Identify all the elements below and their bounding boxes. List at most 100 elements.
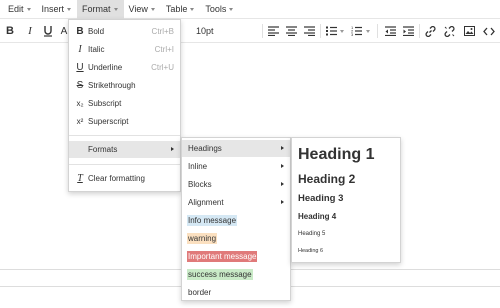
format-bold-label: Bold — [88, 27, 105, 36]
menu-format-label: Format — [82, 4, 111, 14]
bold-icon: B — [6, 25, 14, 37]
menu-table-label: Table — [165, 4, 188, 14]
link-button[interactable] — [424, 23, 436, 39]
chevron-down-icon[interactable] — [366, 30, 370, 33]
format-underline-shortcut: Ctrl+U — [151, 63, 174, 72]
formats-border-item[interactable]: border — [182, 284, 290, 301]
format-subscript-item[interactable]: x₂ Subscript — [69, 95, 180, 112]
format-clear-item[interactable]: T Clear formatting — [69, 170, 180, 187]
underline-icon: U — [76, 62, 84, 73]
chevron-down-icon — [229, 7, 234, 11]
formats-success-item[interactable]: success message — [182, 266, 290, 283]
heading-1-label: Heading 1 — [298, 146, 375, 163]
formats-alignment-label: Alignment — [188, 198, 224, 207]
format-clear-label: Clear formatting — [88, 174, 145, 183]
toolbar-divider — [262, 24, 263, 38]
formats-blocks-item[interactable]: Blocks — [182, 176, 290, 193]
formats-warning-item[interactable]: warning — [182, 230, 290, 247]
underline-button[interactable] — [42, 23, 54, 39]
heading-5-label: Heading 5 — [298, 230, 326, 237]
link-icon — [425, 25, 435, 37]
align-center-button[interactable] — [285, 23, 297, 39]
align-left-icon — [267, 26, 279, 36]
formats-info-item[interactable]: Info message — [182, 212, 290, 229]
formats-submenu: Headings Inline Blocks Alignment Info me… — [181, 137, 291, 301]
formats-warning-label: warning — [187, 233, 218, 244]
menu-format[interactable]: Format — [77, 0, 124, 19]
chevron-right-icon — [281, 182, 284, 186]
menu-bar: Edit Insert Format View Table Tools — [0, 0, 500, 19]
format-italic-shortcut: Ctrl+I — [154, 45, 174, 54]
font-size-select[interactable]: 10pt — [196, 23, 214, 39]
source-code-button[interactable] — [482, 23, 496, 39]
formats-info-label: Info message — [187, 215, 238, 226]
bold-button[interactable]: B — [4, 23, 16, 39]
heading-4-label: Heading 4 — [298, 212, 337, 221]
format-superscript-item[interactable]: x² Superscript — [69, 113, 180, 130]
formats-important-label: Important message — [187, 251, 258, 262]
format-underline-item[interactable]: U Underline Ctrl+U — [69, 59, 180, 76]
format-subscript-label: Subscript — [88, 99, 122, 108]
menu-edit[interactable]: Edit — [3, 0, 37, 19]
formats-inline-label: Inline — [188, 162, 208, 171]
formats-headings-item[interactable]: Headings — [182, 140, 290, 157]
format-underline-label: Underline — [88, 63, 123, 72]
heading-5-item[interactable]: Heading 5 — [292, 225, 400, 242]
menu-table[interactable]: Table — [161, 0, 201, 19]
svg-text:3: 3 — [351, 32, 354, 36]
heading-6-item[interactable]: Heading 6 — [292, 242, 400, 259]
heading-2-label: Heading 2 — [298, 172, 356, 186]
format-bold-shortcut: Ctrl+B — [151, 27, 174, 36]
chevron-down-icon[interactable] — [340, 30, 344, 33]
chevron-down-icon — [113, 7, 118, 11]
heading-3-item[interactable]: Heading 3 — [292, 190, 400, 207]
bullet-list-button[interactable] — [325, 23, 337, 39]
strikethrough-icon: A — [60, 25, 68, 37]
strikethrough-icon: S — [76, 80, 84, 91]
format-strikethrough-label: Strikethrough — [88, 81, 136, 90]
formats-alignment-item[interactable]: Alignment — [182, 194, 290, 211]
unlink-button[interactable] — [443, 23, 455, 39]
numbered-list-button[interactable]: 123 — [350, 23, 362, 39]
format-italic-item[interactable]: I Italic Ctrl+I — [69, 41, 180, 58]
menu-insert[interactable]: Insert — [37, 0, 78, 19]
format-formats-item[interactable]: Formats — [69, 141, 180, 158]
italic-button[interactable]: I — [24, 23, 36, 39]
toolbar-divider — [377, 24, 378, 38]
align-left-button[interactable] — [267, 23, 279, 39]
chevron-down-icon — [26, 7, 31, 11]
heading-3-label: Heading 3 — [298, 193, 344, 204]
heading-2-item[interactable]: Heading 2 — [292, 169, 400, 189]
toolbar-divider — [419, 24, 420, 38]
code-icon — [483, 27, 495, 35]
image-button[interactable] — [463, 23, 475, 39]
numbered-list-icon: 123 — [351, 26, 362, 36]
chevron-down-icon — [190, 7, 195, 11]
menu-insert-label: Insert — [41, 4, 65, 14]
strikethrough-button[interactable]: A — [60, 23, 68, 39]
format-strikethrough-item[interactable]: S Strikethrough — [69, 77, 180, 94]
menu-tools[interactable]: Tools — [200, 0, 239, 19]
formats-blocks-label: Blocks — [188, 180, 212, 189]
menu-divider — [69, 135, 180, 136]
outdent-button[interactable] — [384, 23, 396, 39]
formats-important-item[interactable]: Important message — [182, 248, 290, 265]
menu-divider — [69, 164, 180, 165]
italic-icon: I — [28, 25, 32, 37]
chevron-right-icon — [281, 164, 284, 168]
formats-inline-item[interactable]: Inline — [182, 158, 290, 175]
heading-4-item[interactable]: Heading 4 — [292, 208, 400, 225]
chevron-right-icon — [281, 146, 284, 150]
format-bold-item[interactable]: B Bold Ctrl+B — [69, 23, 180, 40]
indent-button[interactable] — [402, 23, 414, 39]
menu-view[interactable]: View — [124, 0, 161, 19]
italic-icon: I — [78, 44, 82, 55]
format-formats-label: Formats — [88, 145, 118, 154]
superscript-icon: x² — [76, 117, 84, 126]
chevron-right-icon — [171, 147, 174, 151]
formats-border-label: border — [188, 288, 212, 297]
toolbar-divider — [320, 24, 321, 38]
align-right-button[interactable] — [303, 23, 315, 39]
bullet-list-icon — [325, 26, 337, 36]
heading-1-item[interactable]: Heading 1 — [292, 143, 400, 167]
